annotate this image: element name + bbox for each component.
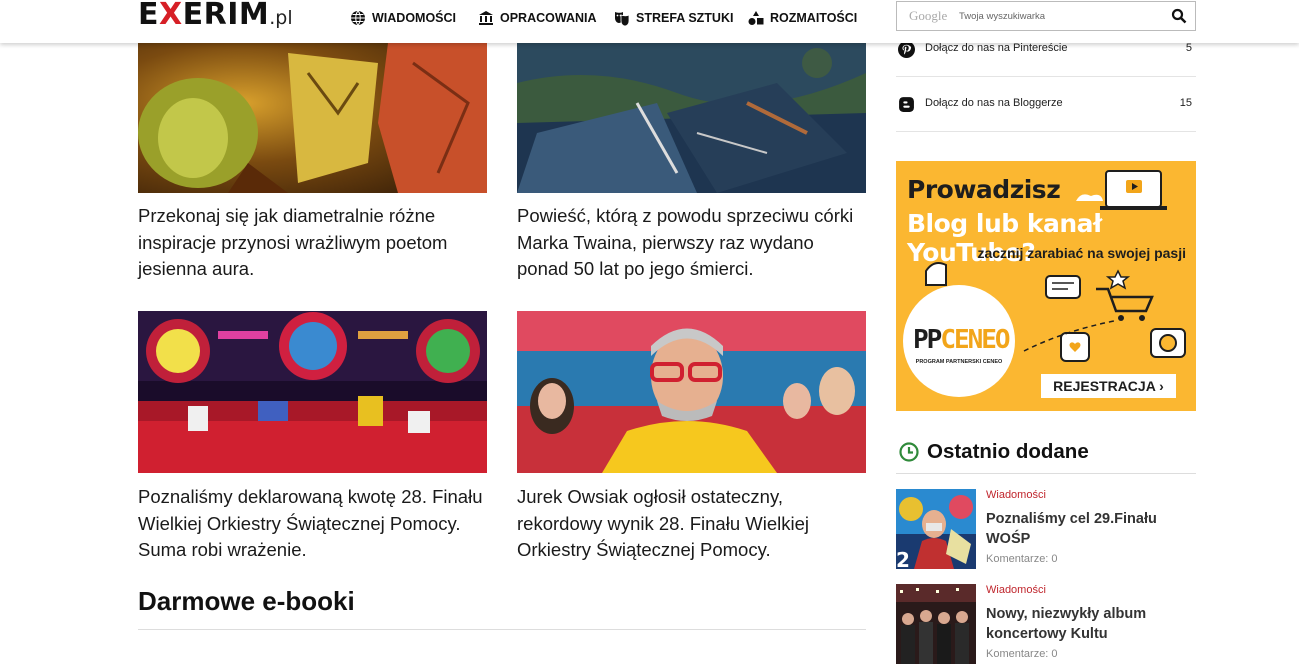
site-logo[interactable]: EXERIM.pl: [138, 0, 293, 32]
recent-comments[interactable]: Komentarze: 0: [986, 648, 1058, 660]
logo-text: EXERIM: [138, 0, 270, 32]
globe-icon: [351, 10, 365, 26]
site-header: EXERIM.pl WIADOMOŚCI OPRACOWANIA STREFA …: [0, 0, 1299, 43]
search-box: Google: [896, 1, 1196, 31]
shapes-icon: [748, 11, 764, 25]
clock-icon: [899, 442, 919, 462]
ceneo-logo-sub: PROGRAM PARTNERSKI CENEO: [915, 359, 1003, 365]
ceneo-logo-circle: PPCENEO PROGRAM PARTNERSKI CENEO: [903, 285, 1015, 397]
social-count: 15: [1179, 97, 1192, 109]
recent-thumb-image: [896, 584, 976, 664]
article-image-wosp-stage[interactable]: [138, 311, 487, 473]
article-title[interactable]: Poznaliśmy deklarowaną kwotę 28. Finału …: [138, 484, 488, 564]
institution-icon: [479, 11, 493, 25]
nav-item-opracowania[interactable]: OPRACOWANIA: [478, 10, 597, 26]
recent-comments[interactable]: Komentarze: 0: [986, 553, 1058, 565]
nav-label: STREFA SZTUKI: [636, 11, 734, 25]
nav-label: ROZMAITOŚCI: [770, 11, 858, 25]
article-image-painting[interactable]: [517, 43, 866, 193]
recent-title-link[interactable]: Nowy, niezwykły album koncertowy Kultu: [986, 604, 1186, 644]
recent-thumb[interactable]: [896, 584, 976, 664]
nav-label: WIADOMOŚCI: [372, 11, 457, 25]
pinterest-icon: [898, 41, 915, 58]
social-label: Dołącz do nas na Pintereście: [925, 42, 1068, 54]
recent-thumb[interactable]: 2: [896, 489, 976, 569]
section-title-ebooks[interactable]: Darmowe e-booki: [138, 586, 355, 617]
social-count: 5: [1185, 42, 1192, 54]
search-icon[interactable]: [1171, 8, 1187, 24]
ad-headline: Prowadzisz: [907, 175, 1061, 204]
search-input[interactable]: [957, 6, 1161, 26]
concert-stage-image: [138, 311, 487, 473]
dark-painting-image: [517, 43, 866, 193]
social-row-blogger[interactable]: Dołącz do nas na Bloggerze 15: [896, 77, 1196, 132]
svg-text:2: 2: [896, 548, 910, 569]
recent-item[interactable]: Wiadomości Nowy, niezwykły album koncert…: [896, 584, 1196, 666]
article-image-owsiak[interactable]: [517, 311, 866, 473]
article-title[interactable]: Przekonaj się jak diametralnie różne ins…: [138, 203, 488, 283]
recent-thumb-image: 2: [896, 489, 976, 569]
ad-subline: zacznij zarabiać na swojej pasji: [977, 245, 1186, 261]
recent-header: Ostatnio dodane: [896, 438, 1196, 474]
recent-item[interactable]: 2 Wiadomości Poznaliśmy cel 29.Finału WO…: [896, 489, 1196, 571]
article-title[interactable]: Jurek Owsiak ogłosił ostateczny, rekordo…: [517, 484, 867, 564]
section-divider: [138, 629, 866, 630]
article-image-autumn-leaves[interactable]: [138, 43, 487, 193]
man-in-yellow-shirt-image: [517, 311, 866, 473]
recent-title-link[interactable]: Poznaliśmy cel 29.Finału WOŚP: [986, 509, 1186, 549]
autumn-leaves-image: [138, 43, 487, 193]
ceneo-ad-banner[interactable]: Prowadzisz Blog lub kanał YouTube? zaczn…: [896, 161, 1196, 411]
nav-item-wiadomosci[interactable]: WIADOMOŚCI: [350, 10, 456, 26]
blogger-icon: [899, 97, 914, 112]
nav-item-strefa-sztuki[interactable]: STREFA SZTUKI: [614, 10, 733, 26]
recent-category[interactable]: Wiadomości: [986, 489, 1046, 501]
recent-title: Ostatnio dodane: [927, 440, 1089, 463]
logo-tld: .pl: [269, 7, 293, 29]
article-title[interactable]: Powieść, którą z powodu sprzeciwu córki …: [517, 203, 867, 283]
theater-masks-icon: [615, 12, 630, 26]
register-button[interactable]: REJESTRACJA ›: [1041, 374, 1176, 398]
recent-category[interactable]: Wiadomości: [986, 584, 1046, 596]
social-label: Dołącz do nas na Bloggerze: [925, 97, 1063, 109]
nav-label: OPRACOWANIA: [500, 11, 597, 25]
nav-item-rozmaitosci[interactable]: ROZMAITOŚCI: [748, 10, 857, 26]
ceneo-logo: PPCENEO: [913, 325, 1011, 355]
google-brand: Google: [909, 8, 948, 23]
